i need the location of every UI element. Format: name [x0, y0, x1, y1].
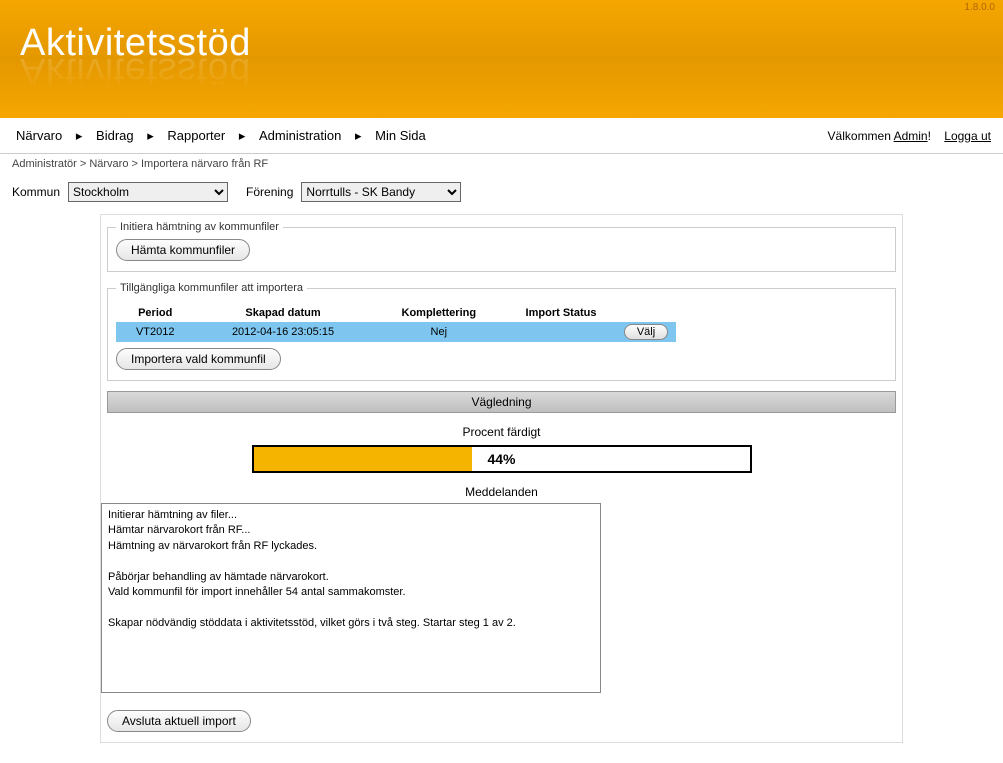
- forening-select[interactable]: Norrtulls - SK Bandy: [301, 182, 461, 202]
- cell-period: VT2012: [116, 322, 194, 342]
- user-area: Välkommen Admin! Logga ut: [828, 129, 991, 143]
- col-status: Import Status: [506, 304, 616, 322]
- panel-available-legend: Tillgängliga kommunfiler att importera: [116, 282, 307, 294]
- import-selected-button[interactable]: Importera vald kommunfil: [116, 348, 281, 370]
- filter-row: Kommun Stockholm Förening Norrtulls - SK…: [0, 178, 1003, 214]
- nav-item-minsida[interactable]: Min Sida: [371, 126, 430, 145]
- welcome-suffix: !: [928, 129, 931, 143]
- progress-text: 44%: [487, 451, 515, 467]
- kommun-select[interactable]: Stockholm: [68, 182, 228, 202]
- panel-init-fetch: Initiera hämtning av kommunfiler Hämta k…: [107, 221, 896, 272]
- nav-item-rapporter[interactable]: Rapporter: [163, 126, 229, 145]
- content-frame: Initiera hämtning av kommunfiler Hämta k…: [100, 214, 903, 743]
- messages-label: Meddelanden: [101, 485, 902, 499]
- cell-status: [506, 322, 616, 342]
- forening-label: Förening: [246, 185, 293, 199]
- chevron-right-icon: ▸: [76, 128, 83, 144]
- kommun-label: Kommun: [12, 185, 60, 199]
- nav-item-narvaro[interactable]: Närvaro: [12, 126, 66, 145]
- chevron-right-icon: ▸: [355, 128, 362, 144]
- progress-bar: 44%: [252, 445, 752, 473]
- guidance-bar[interactable]: Vägledning: [107, 391, 896, 413]
- fetch-files-button[interactable]: Hämta kommunfiler: [116, 239, 250, 261]
- main-nav: Närvaro ▸ Bidrag ▸ Rapporter ▸ Administr…: [0, 118, 1003, 154]
- panel-init-legend: Initiera hämtning av kommunfiler: [116, 221, 283, 233]
- files-table: Period Skapad datum Komplettering Import…: [116, 304, 676, 342]
- logo-wrap: Aktivitetsstöd Aktivitetsstöd: [20, 0, 1003, 92]
- nav-item-bidrag[interactable]: Bidrag: [92, 126, 138, 145]
- col-action: [616, 304, 676, 322]
- table-header-row: Period Skapad datum Komplettering Import…: [116, 304, 676, 322]
- chevron-right-icon: ▸: [147, 128, 154, 144]
- chevron-right-icon: ▸: [239, 128, 246, 144]
- progress-fill: [254, 447, 472, 471]
- app-header: 1.8.0.0 Aktivitetsstöd Aktivitetsstöd: [0, 0, 1003, 118]
- app-logo-reflection: Aktivitetsstöd: [20, 49, 1003, 92]
- col-period: Period: [116, 304, 194, 322]
- cell-created: 2012-04-16 23:05:15: [194, 322, 371, 342]
- welcome-prefix: Välkommen: [828, 129, 894, 143]
- nav-item-administration[interactable]: Administration: [255, 126, 345, 145]
- breadcrumb: Administratör > Närvaro > Importera närv…: [0, 154, 1003, 178]
- messages-box[interactable]: [101, 503, 601, 693]
- abort-import-button[interactable]: Avsluta aktuell import: [107, 710, 251, 732]
- table-row[interactable]: VT2012 2012-04-16 23:05:15 Nej Välj: [116, 322, 676, 342]
- col-created: Skapad datum: [194, 304, 371, 322]
- col-completion: Komplettering: [372, 304, 506, 322]
- user-link[interactable]: Admin: [894, 129, 928, 143]
- cell-completion: Nej: [372, 322, 506, 342]
- version-label: 1.8.0.0: [964, 2, 995, 13]
- progress-label: Procent färdigt: [101, 425, 902, 439]
- select-row-button[interactable]: Välj: [624, 324, 668, 340]
- panel-available-files: Tillgängliga kommunfiler att importera P…: [107, 282, 896, 381]
- logout-link[interactable]: Logga ut: [944, 129, 991, 143]
